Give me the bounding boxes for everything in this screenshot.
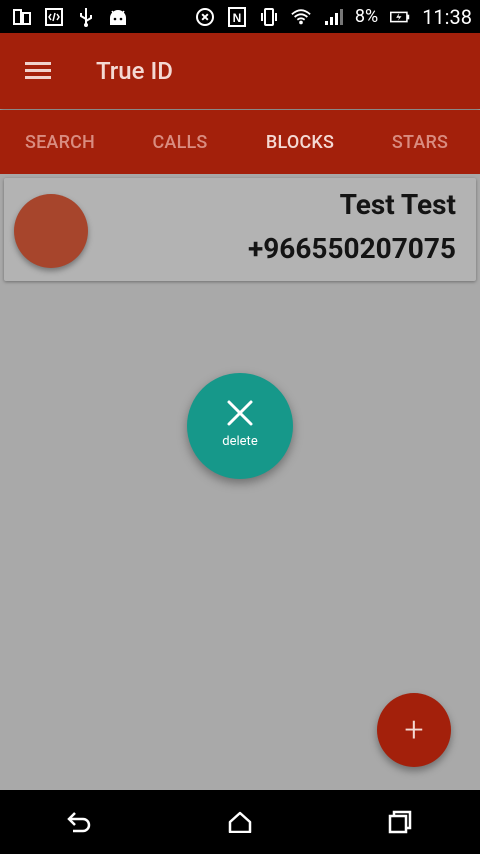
tab-bar: SEARCH CALLS BLOCKS STARS <box>0 110 480 174</box>
nfc-sync-icon <box>195 7 215 27</box>
tab-blocks[interactable]: BLOCKS <box>240 132 360 153</box>
delete-button[interactable]: delete <box>187 373 293 479</box>
recents-icon[interactable] <box>380 802 420 842</box>
home-icon[interactable] <box>220 802 260 842</box>
wifi-icon <box>291 7 311 27</box>
code-icon <box>44 7 64 27</box>
avatar <box>14 194 88 268</box>
signal-icon <box>323 7 343 27</box>
tab-stars[interactable]: STARS <box>360 132 480 153</box>
usb-icon <box>76 7 96 27</box>
svg-text:N: N <box>233 11 242 25</box>
plus-icon: + <box>404 710 424 750</box>
app-toolbar: True ID <box>0 33 480 109</box>
navigation-bar <box>0 790 480 854</box>
clock: 11:38 <box>422 4 472 29</box>
status-bar-left <box>12 7 128 27</box>
delete-label: delete <box>222 433 258 449</box>
app-title: True ID <box>96 57 173 85</box>
android-icon <box>108 7 128 27</box>
tab-search[interactable]: SEARCH <box>0 132 120 153</box>
hamburger-menu-icon[interactable] <box>25 61 51 81</box>
battery-percent: 8% <box>354 5 379 27</box>
add-button[interactable]: + <box>377 693 451 767</box>
dual-window-icon <box>12 7 32 27</box>
list-item[interactable]: Test Test +966550207075 <box>4 178 476 281</box>
contact-name: Test Test <box>339 188 456 221</box>
status-bar: N 8% 11:38 <box>0 0 480 33</box>
status-bar-right: N 8% 11:38 <box>195 4 472 29</box>
tab-calls[interactable]: CALLS <box>120 132 240 153</box>
battery-charging-icon <box>390 7 410 27</box>
contact-number: +966550207075 <box>247 232 456 265</box>
vibrate-icon <box>259 7 279 27</box>
nfc-icon: N <box>227 6 247 27</box>
close-icon <box>227 400 253 425</box>
back-icon[interactable] <box>60 802 100 842</box>
